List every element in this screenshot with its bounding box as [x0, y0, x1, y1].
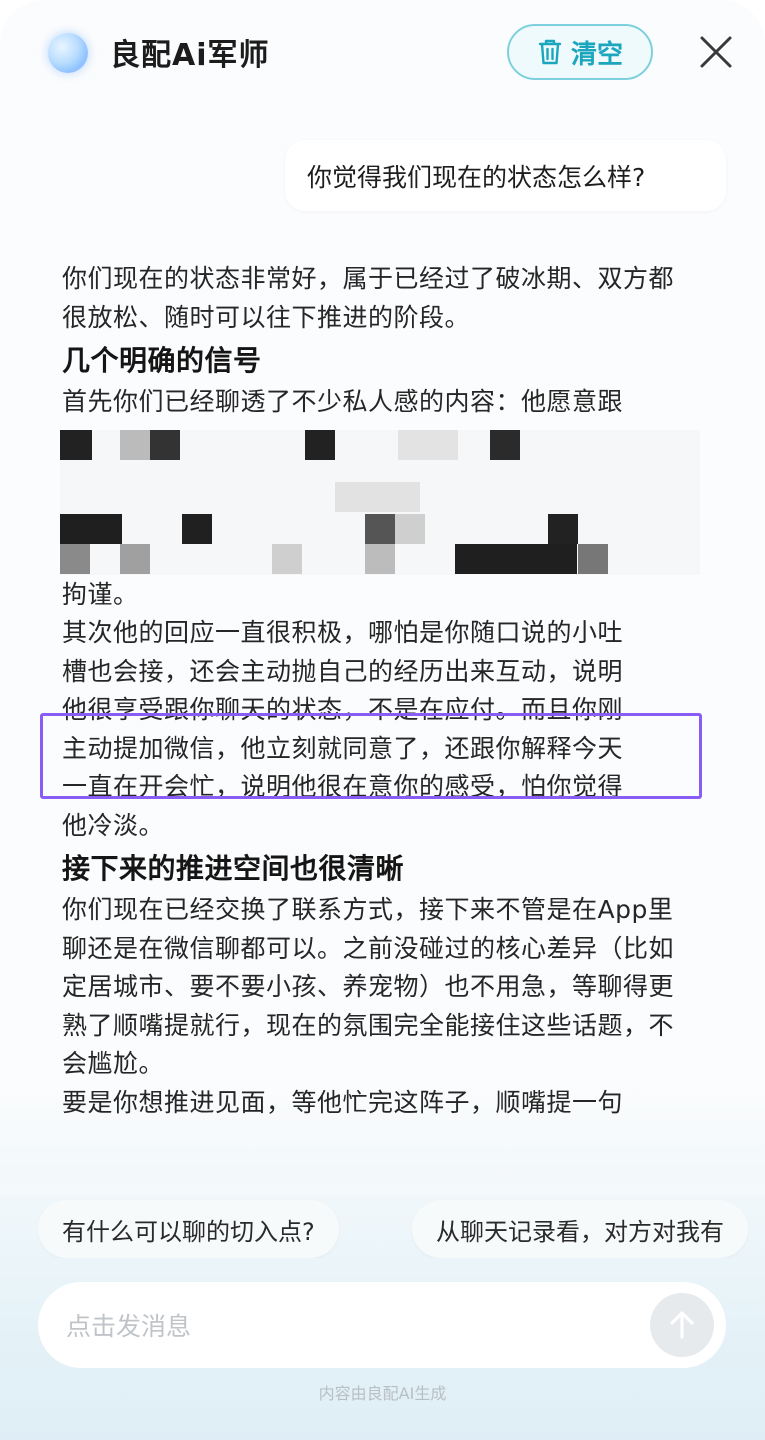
answer-line: 其次他的回应一直很积极，哪怕是你随口说的小吐 — [62, 618, 624, 647]
arrow-up-icon — [670, 1311, 694, 1339]
ai-disclaimer: 内容由良配AI生成 — [318, 1384, 447, 1403]
answer-heading-signals: 几个明确的信号 — [62, 344, 262, 377]
user-message-text: 你觉得我们现在的状态怎么样? — [307, 162, 646, 192]
message-input-placeholder: 点击发消息 — [66, 1312, 192, 1341]
page-title: 良配Ai军师 — [110, 38, 270, 73]
message-input[interactable]: 点击发消息 — [38, 1282, 726, 1368]
answer-intro: 你们现在的状态非常好，属于已经过了破冰期、双方都很放松、随时可以往下推进的阶段。 — [62, 264, 675, 332]
suggestion-chips: 有什么可以聊的切入点? 从聊天记录看，对方对我有 — [38, 1200, 765, 1258]
answer-line: 槽也会接，还会主动抛自己的经历出来互动，说明 — [62, 656, 624, 686]
answer-paragraph-end: 拘谨。 — [62, 579, 139, 609]
chat-sheet: 良配Ai军师 清空 你觉得我们现在的状态怎么样? 你们现在的状态非常好，属于已经… — [0, 0, 765, 1440]
suggestion-chip[interactable]: 从聊天记录看，对方对我有 — [412, 1200, 748, 1258]
answer-fade — [0, 1150, 765, 1195]
close-icon — [700, 36, 732, 68]
clear-button-label: 清空 — [570, 39, 623, 70]
send-button[interactable] — [650, 1293, 714, 1357]
answer-heading-next-steps: 接下来的推进空间也很清晰 — [62, 852, 405, 885]
suggestion-chip[interactable]: 有什么可以聊的切入点? — [38, 1200, 339, 1258]
clear-button[interactable]: 清空 — [507, 24, 653, 80]
answer-paragraph: 你们现在已经交换了联系方式，接下来不管是在App里聊还是在微信聊都可以。之前没碰… — [62, 895, 675, 1078]
header: 良配Ai军师 清空 — [0, 0, 765, 110]
ai-answer: 你们现在的状态非常好，属于已经过了破冰期、双方都很放松、随时可以往下推进的阶段。… — [60, 260, 700, 1122]
ai-orb-logo-icon — [48, 33, 88, 73]
highlight-box — [40, 713, 702, 799]
redacted-mosaic — [60, 422, 700, 576]
answer-line: 他冷淡。 — [62, 810, 165, 840]
trash-icon — [538, 39, 562, 65]
answer-paragraph: 要是你想推进见面，等他忙完这阵子，顺嘴提一句 — [62, 1087, 624, 1117]
user-message-bubble: 你觉得我们现在的状态怎么样? — [285, 140, 726, 211]
answer-paragraph-start: 首先你们已经聊透了不少私人感的内容：他愿意跟 — [62, 387, 624, 416]
close-button[interactable] — [696, 32, 736, 72]
